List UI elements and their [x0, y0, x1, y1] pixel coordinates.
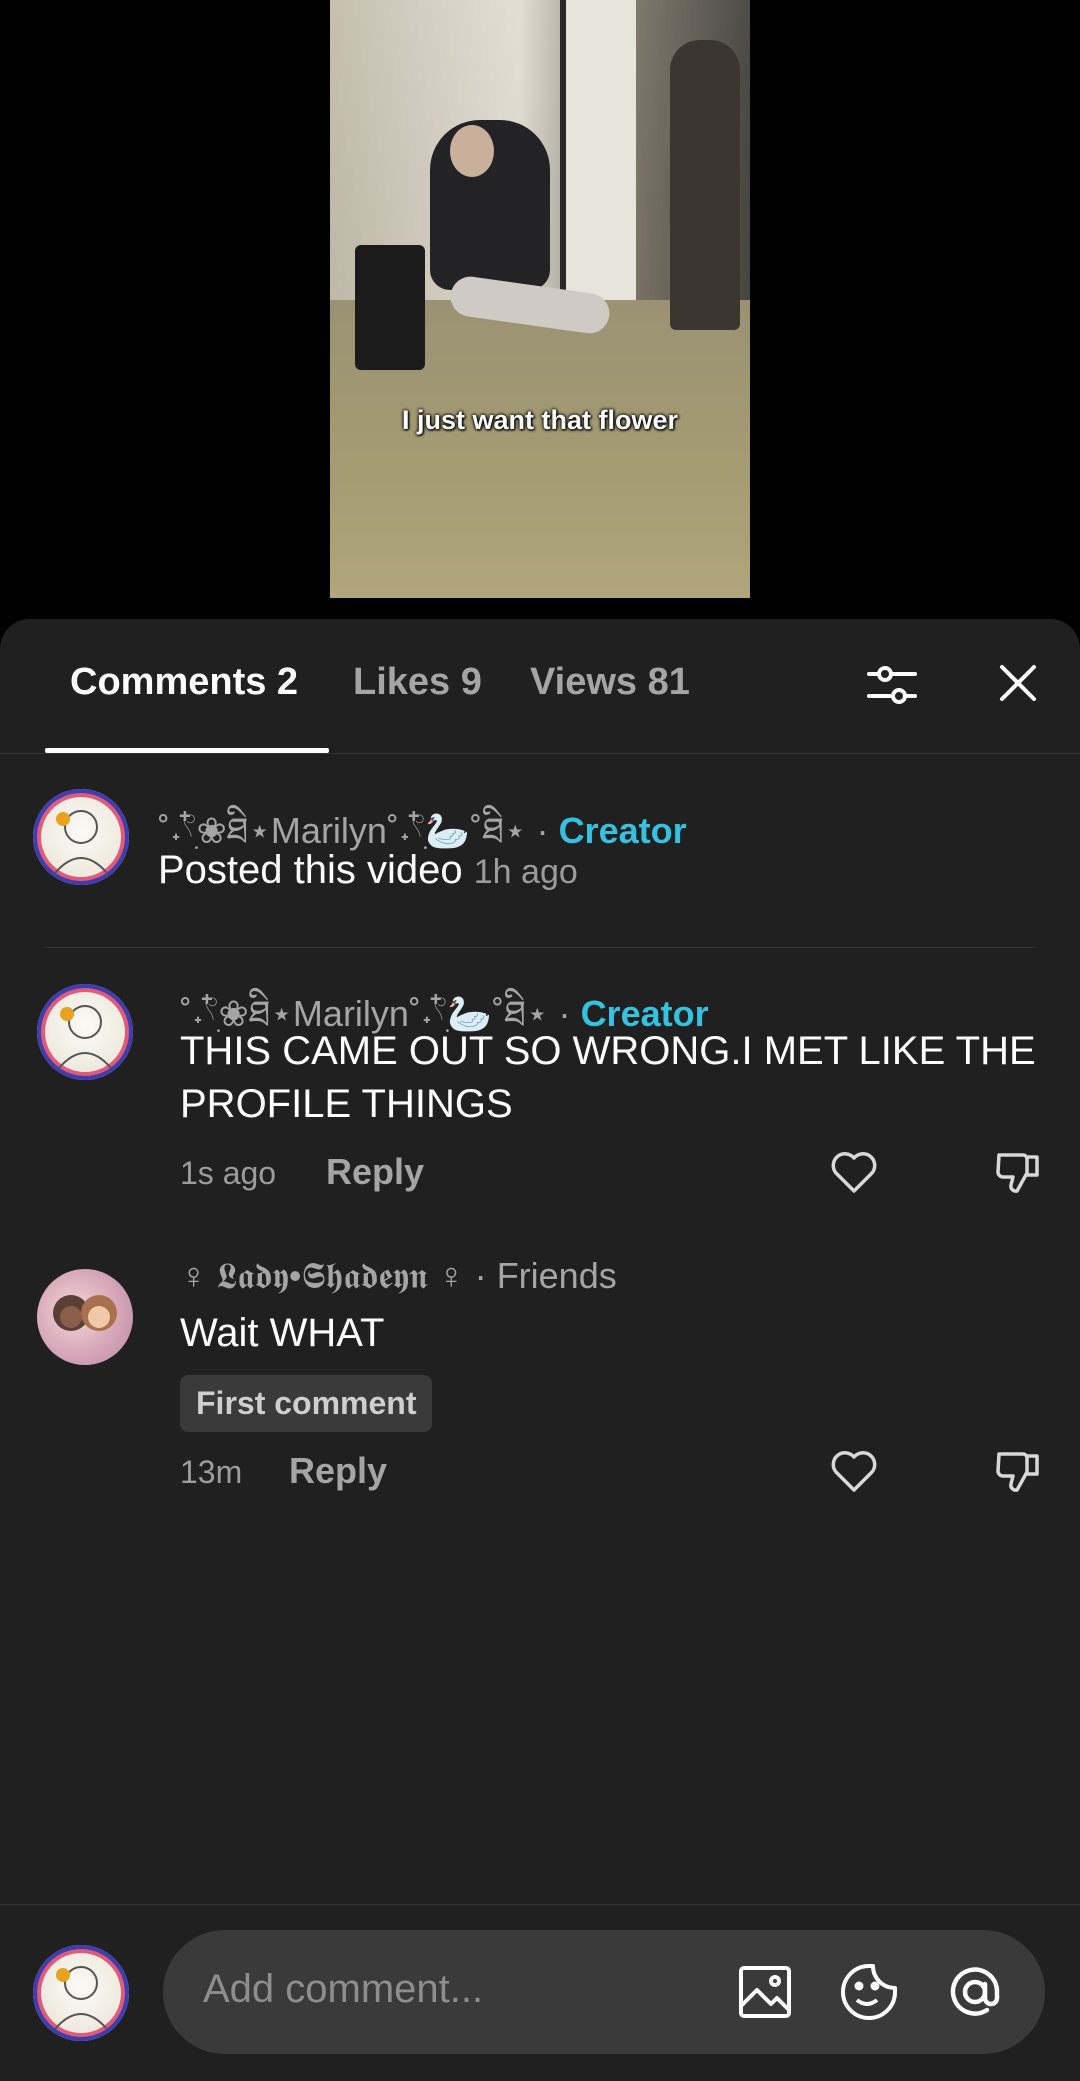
- at-icon[interactable]: [943, 1960, 1007, 2024]
- reply-button[interactable]: Reply: [289, 1450, 387, 1492]
- avatar[interactable]: [33, 789, 129, 885]
- close-icon[interactable]: [990, 655, 1046, 711]
- thumbs-down-icon[interactable]: [990, 1144, 1046, 1200]
- avatar[interactable]: [37, 984, 133, 1080]
- comment-author[interactable]: ♀ 𝕷𝖆𝖉𝖞•𝕾𝖍𝖆𝖉𝖊𝖞𝖓 ♀ · Friends: [180, 1255, 617, 1298]
- video-caption: I just want that flower: [401, 405, 678, 435]
- video-scene: [670, 40, 740, 330]
- comment-text: Wait WHAT: [180, 1311, 385, 1355]
- comment-placeholder: Add comment...: [203, 1967, 484, 2011]
- creator-badge: Creator: [558, 810, 687, 851]
- post-time: 1h ago: [473, 853, 578, 891]
- thumbs-down-icon[interactable]: [990, 1443, 1046, 1499]
- video-player[interactable]: I just want that flower: [330, 0, 750, 598]
- comment-text: THIS CAME OUT SO WRONG.I MET LIKE THE PR…: [180, 1029, 1036, 1126]
- separator: ·: [474, 1255, 487, 1296]
- video-scene: [355, 245, 425, 370]
- comment-input[interactable]: Add comment...: [163, 1930, 1045, 2054]
- first-comment-badge: First comment: [180, 1375, 433, 1432]
- video-scene: [560, 0, 636, 330]
- post-text: Posted this video: [158, 848, 463, 892]
- comments-sheet: Comments 2 Likes 9 Views 81 ˚˖𓍢ִ໋❀ཐི⋆Mar…: [0, 619, 1080, 2080]
- avatar[interactable]: [37, 1269, 133, 1365]
- heart-icon[interactable]: [824, 1144, 884, 1200]
- emoji-icon[interactable]: [837, 1960, 901, 2024]
- comment-composer: Add comment...: [0, 1904, 1080, 2081]
- avatar: [33, 1945, 129, 2041]
- post-info: Posted this video 1h ago: [158, 844, 578, 899]
- comment-time: 1s ago: [180, 1155, 277, 1191]
- heart-icon[interactable]: [824, 1443, 884, 1499]
- reply-button[interactable]: Reply: [326, 1151, 424, 1193]
- video-area: I just want that flower: [0, 0, 1080, 620]
- tab-comments[interactable]: Comments 2: [70, 661, 298, 704]
- video-scene: [450, 125, 494, 177]
- username[interactable]: ♀ 𝕷𝖆𝖉𝖞•𝕾𝖍𝖆𝖉𝖊𝖞𝖓 ♀: [180, 1255, 465, 1296]
- tab-likes[interactable]: Likes 9: [353, 661, 482, 704]
- divider: [45, 947, 1035, 948]
- sliders-icon[interactable]: [862, 655, 922, 715]
- comment-time: 13m: [180, 1454, 243, 1490]
- friends-badge: Friends: [496, 1255, 617, 1296]
- image-icon[interactable]: [733, 1960, 797, 2024]
- tab-bar: Comments 2 Likes 9 Views 81: [0, 619, 1080, 754]
- active-tab-indicator: [45, 748, 329, 753]
- tab-views[interactable]: Views 81: [530, 661, 690, 704]
